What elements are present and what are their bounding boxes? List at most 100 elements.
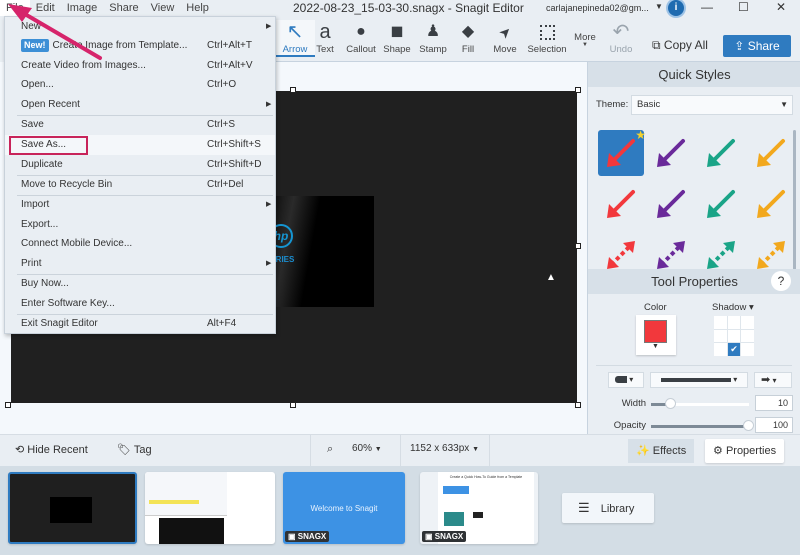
tool-move[interactable]: ➤ Move [485,20,525,55]
opacity-slider[interactable] [651,420,754,431]
more-button[interactable]: More ▼ [565,32,605,48]
zoom-value: 60% [352,443,373,454]
tool-selection[interactable]: Selection [525,20,569,55]
help-button[interactable]: ? [771,271,791,291]
line-end-dropdown[interactable]: ➡ ▾ [754,372,792,388]
shadow-cell[interactable] [727,316,741,329]
line-start-dropdown[interactable]: ▾ [608,372,644,388]
shadow-cell[interactable] [714,343,727,356]
menu-view[interactable]: View [145,0,181,16]
share-button[interactable]: ⇪ Share [723,35,791,57]
menu-item-duplicate[interactable]: Duplicate Ctrl+Shift+D [5,155,275,175]
tool-text[interactable]: a Text [305,20,345,55]
theme-select[interactable]: Basic ▼ [631,95,793,115]
menu-item-export[interactable]: Export... [5,215,275,235]
quick-style-arrow[interactable] [748,130,794,176]
recent-thumbnail-welcome[interactable]: Welcome to Snagit ▣ SNAGX [283,472,405,544]
account-name[interactable]: carlajanepineda02@gm... [546,3,649,13]
shadow-cell[interactable] [714,316,727,329]
menu-item-open[interactable]: Open... Ctrl+O [5,75,275,95]
recent-thumbnail-template[interactable]: Create a Quick How-To Guide from a Templ… [420,472,538,544]
quick-style-arrow[interactable] [598,181,644,227]
library-label: Library [600,503,635,515]
submenu-arrow-icon: ▶ [266,23,272,30]
selection-icon [525,20,569,44]
opacity-slider-knob[interactable] [743,420,754,431]
line-style-dropdown[interactable]: ▾ [650,372,748,388]
shadow-cell[interactable] [714,329,727,342]
menu-item-shortcut: Ctrl+Alt+T [207,40,253,51]
width-slider-knob[interactable] [664,398,676,409]
shadow-cell-checked[interactable]: ✔ [727,343,741,356]
info-icon[interactable]: i [668,0,684,16]
dimensions-dropdown[interactable]: 1152 x 633px ▼ [410,443,479,454]
copy-all-button[interactable]: ⧉ Copy All [652,38,708,53]
library-button[interactable]: ☰ Library [562,493,654,523]
shadow-cell[interactable] [741,329,754,342]
embedded-image[interactable]: hp SERIES [261,196,374,307]
color-picker[interactable]: ▼ [636,315,676,355]
recent-thumbnail[interactable] [145,472,275,544]
menu-item-shortcut: Ctrl+Shift+D [207,159,262,170]
resize-handle[interactable] [575,87,581,93]
menu-item-label: Print [21,258,42,269]
quick-style-arrow[interactable] [698,181,744,227]
quick-style-arrow[interactable] [698,130,744,176]
menu-item-print[interactable]: Print ▶ [5,254,275,274]
menu-item-open-recent[interactable]: Open Recent ▶ [5,95,275,115]
menu-help[interactable]: Help [180,0,215,16]
maximize-button[interactable]: ☐ [738,0,749,14]
resize-handle[interactable] [290,87,296,93]
menu-item-save[interactable]: Save Ctrl+S [5,115,275,135]
shadow-cell[interactable] [727,329,741,342]
quick-style-arrow[interactable] [748,181,794,227]
resize-handle[interactable] [575,243,581,249]
zoom-icon[interactable]: ⌕ [327,443,333,456]
hide-recent-button[interactable]: ⟲ Hide Recent [15,443,88,456]
tool-label: Selection [527,44,567,55]
minimize-button[interactable]: — [701,0,713,14]
snagx-icon: ▣ [425,532,433,541]
shadow-label[interactable]: Shadow ▾ [712,302,754,313]
account-dropdown-icon[interactable]: ▼ [655,2,663,11]
undo-button[interactable]: ↶ Undo [601,20,641,55]
color-swatch [644,320,667,343]
menu-item-buy-now[interactable]: Buy Now... [5,274,275,294]
menu-item-exit[interactable]: Exit Snagit Editor Alt+F4 [5,314,275,334]
menu-item-shortcut: Ctrl+Del [207,179,244,190]
tool-callout[interactable]: ● Callout [341,20,381,55]
menu-item-enter-software-key[interactable]: Enter Software Key... [5,294,275,314]
quick-styles-scrollbar[interactable] [793,130,796,270]
opacity-input[interactable]: 100 [755,417,793,433]
arrow-style-icon [707,139,735,167]
resize-handle[interactable] [575,402,581,408]
close-button[interactable]: ✕ [776,0,786,14]
mouse-cursor-icon: ▲ [546,272,556,283]
width-slider[interactable] [651,398,749,409]
quick-style-arrow[interactable]: ★ [598,128,646,176]
menu-item-label: Open... [21,79,54,90]
width-input[interactable]: 10 [755,395,793,411]
quick-style-arrow[interactable] [648,181,694,227]
resize-handle[interactable] [290,402,296,408]
tag-button[interactable]: 🏷 Tag [117,443,152,456]
quick-style-arrow[interactable] [648,130,694,176]
menu-item-move-to-recycle-bin[interactable]: Move to Recycle Bin Ctrl+Del [5,175,275,195]
menu-item-shortcut: Ctrl+S [207,119,236,130]
menu-item-connect-mobile-device[interactable]: Connect Mobile Device... [5,234,275,254]
effects-tab[interactable]: ✨ Effects [628,439,695,463]
theme-label: Theme: [596,99,629,110]
menu-item-import[interactable]: Import ▶ [5,195,275,215]
shadow-cell[interactable] [741,343,754,356]
divider [310,435,311,467]
zoom-dropdown[interactable]: 60% ▼ [352,443,382,454]
recent-thumbnail-selected[interactable] [8,472,137,544]
resize-handle[interactable] [5,402,11,408]
properties-tab[interactable]: ⚙ Properties [705,439,785,463]
share-icon: ⇪ [734,39,745,53]
divider [400,435,401,467]
tool-label: Shape [383,44,411,55]
tool-shape[interactable]: ◼ Shape [377,20,417,55]
tool-stamp[interactable]: ♟ Stamp [413,20,453,55]
shadow-cell[interactable] [741,316,754,329]
